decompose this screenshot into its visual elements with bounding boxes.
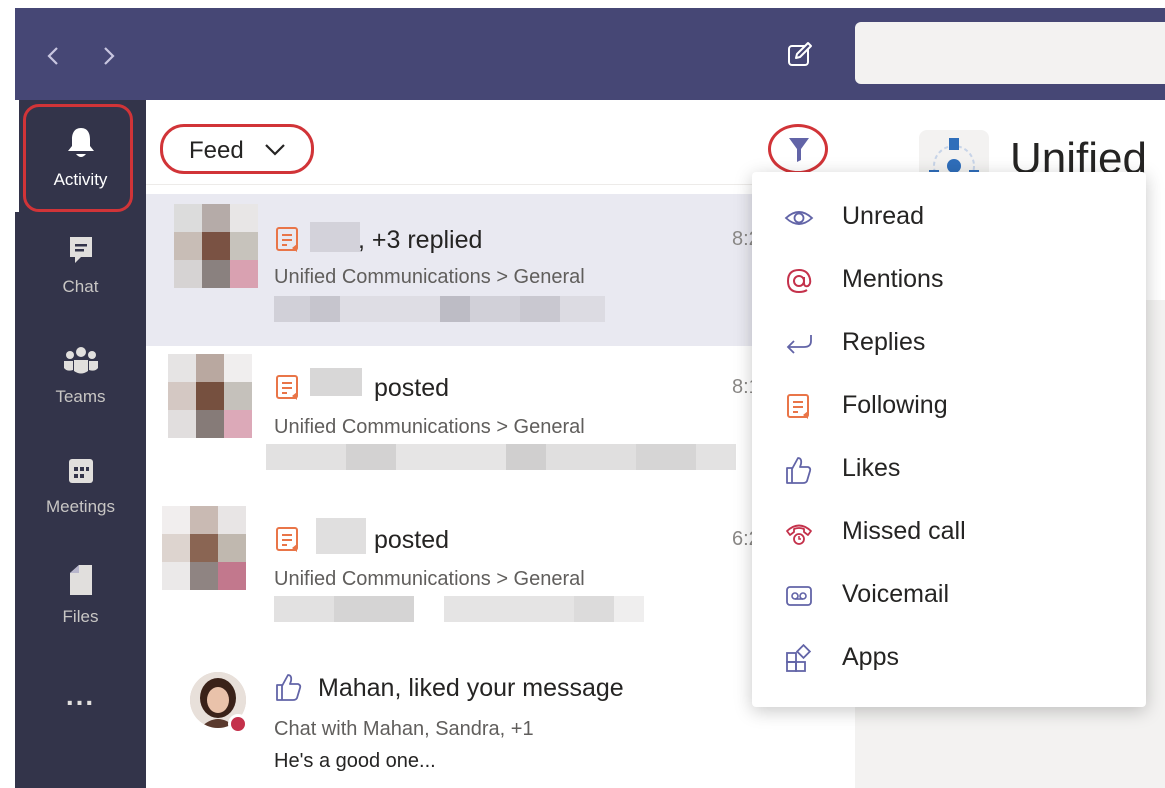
feed-item-subtitle: Unified Communications > General [274, 416, 585, 438]
search-input[interactable] [855, 22, 1165, 84]
filter-following[interactable]: Following [752, 377, 1146, 440]
feed-header: Feed [146, 100, 855, 185]
voicemail-icon [786, 586, 812, 606]
rail-label: Chat [62, 277, 99, 296]
filter-voicemail[interactable]: Voicemail [752, 566, 1146, 629]
forward-arrow-icon[interactable] [97, 44, 119, 68]
filter-icon [789, 138, 809, 162]
chevron-down-icon [265, 144, 285, 156]
missed-call-icon [786, 524, 812, 545]
feed-dropdown-label: Feed [189, 137, 244, 164]
feed-item-subtitle: Unified Communications > General [274, 266, 585, 288]
filter-mentions[interactable]: Mentions [752, 251, 1146, 314]
feed-item[interactable]: posted Unified Communications > General … [146, 498, 855, 650]
reply-arrow-icon [786, 335, 812, 354]
rail-item-chat[interactable]: Chat [15, 215, 146, 315]
filter-apps[interactable]: Apps [752, 629, 1146, 692]
chat-icon [69, 237, 92, 263]
rail-item-meetings[interactable]: Meetings [15, 435, 146, 535]
feed-item-title: , +3 replied [358, 226, 483, 254]
rail-item-more[interactable]: ... [15, 670, 146, 770]
menu-item-label: Apps [842, 643, 899, 671]
feed-item-preview: He's a good one... [274, 750, 436, 772]
thumbs-up-icon [786, 457, 812, 484]
feed-item[interactable]: Mahan, liked your message Chat with Maha… [146, 650, 855, 788]
filter-button[interactable] [768, 124, 828, 174]
more-icon: ... [65, 680, 96, 711]
rail-label: Meetings [46, 497, 115, 516]
following-icon [276, 375, 298, 400]
feed-item-subtitle: Unified Communications > General [274, 568, 585, 590]
back-arrow-icon[interactable] [43, 44, 65, 68]
redacted-preview [274, 296, 605, 322]
following-icon [787, 394, 809, 419]
menu-item-label: Missed call [842, 517, 966, 545]
redacted-preview [266, 444, 736, 470]
filter-missed-call[interactable]: Missed call [752, 503, 1146, 566]
menu-item-label: Unread [842, 202, 924, 230]
status-badge [228, 714, 248, 734]
avatar [174, 204, 258, 288]
rail-item-files[interactable]: Files [15, 545, 146, 645]
following-icon [276, 227, 298, 252]
apps-icon [786, 644, 812, 672]
app-rail: Activity Chat Teams Meetings Files ... [15, 100, 146, 788]
filter-replies[interactable]: Replies [752, 314, 1146, 377]
filter-unread[interactable]: Unread [752, 188, 1146, 251]
redacted-preview [274, 596, 644, 622]
feed-item[interactable]: posted Unified Communications > General … [146, 346, 855, 498]
eye-icon [784, 211, 814, 225]
avatar [168, 354, 252, 438]
menu-item-label: Mentions [842, 265, 944, 293]
rail-item-teams[interactable]: Teams [15, 325, 146, 425]
activity-highlight [23, 104, 133, 212]
calendar-icon [68, 459, 93, 483]
feed-item-title: posted [374, 374, 450, 402]
menu-item-label: Following [842, 391, 948, 419]
file-icon [69, 565, 92, 595]
feed-item-subtitle: Chat with Mahan, Sandra, +1 [274, 718, 534, 740]
redacted-name [316, 518, 366, 554]
menu-item-label: Likes [842, 454, 901, 482]
redacted-name [310, 368, 362, 396]
feed-item[interactable]: , +3 replied Unified Communications > Ge… [146, 194, 855, 346]
at-icon [786, 268, 812, 294]
feed-item-title: posted [374, 526, 450, 554]
filter-menu: Unread Mentions Replies Following Likes … [752, 172, 1146, 707]
thumbs-up-icon [276, 674, 302, 701]
rail-label: Files [62, 607, 99, 626]
redacted-name [310, 222, 360, 252]
menu-item-label: Voicemail [842, 580, 949, 608]
menu-item-label: Replies [842, 328, 926, 356]
avatar [162, 506, 246, 590]
title-bar [15, 8, 1165, 100]
feed-item-title: Mahan, liked your message [318, 674, 624, 702]
following-icon [276, 527, 298, 552]
teams-icon [63, 347, 98, 374]
rail-label: Teams [55, 387, 106, 406]
compose-icon[interactable] [785, 40, 815, 70]
feed-dropdown[interactable]: Feed [160, 124, 314, 174]
filter-likes[interactable]: Likes [752, 440, 1146, 503]
activity-feed: Feed , +3 replied Unified Communications… [146, 100, 855, 788]
